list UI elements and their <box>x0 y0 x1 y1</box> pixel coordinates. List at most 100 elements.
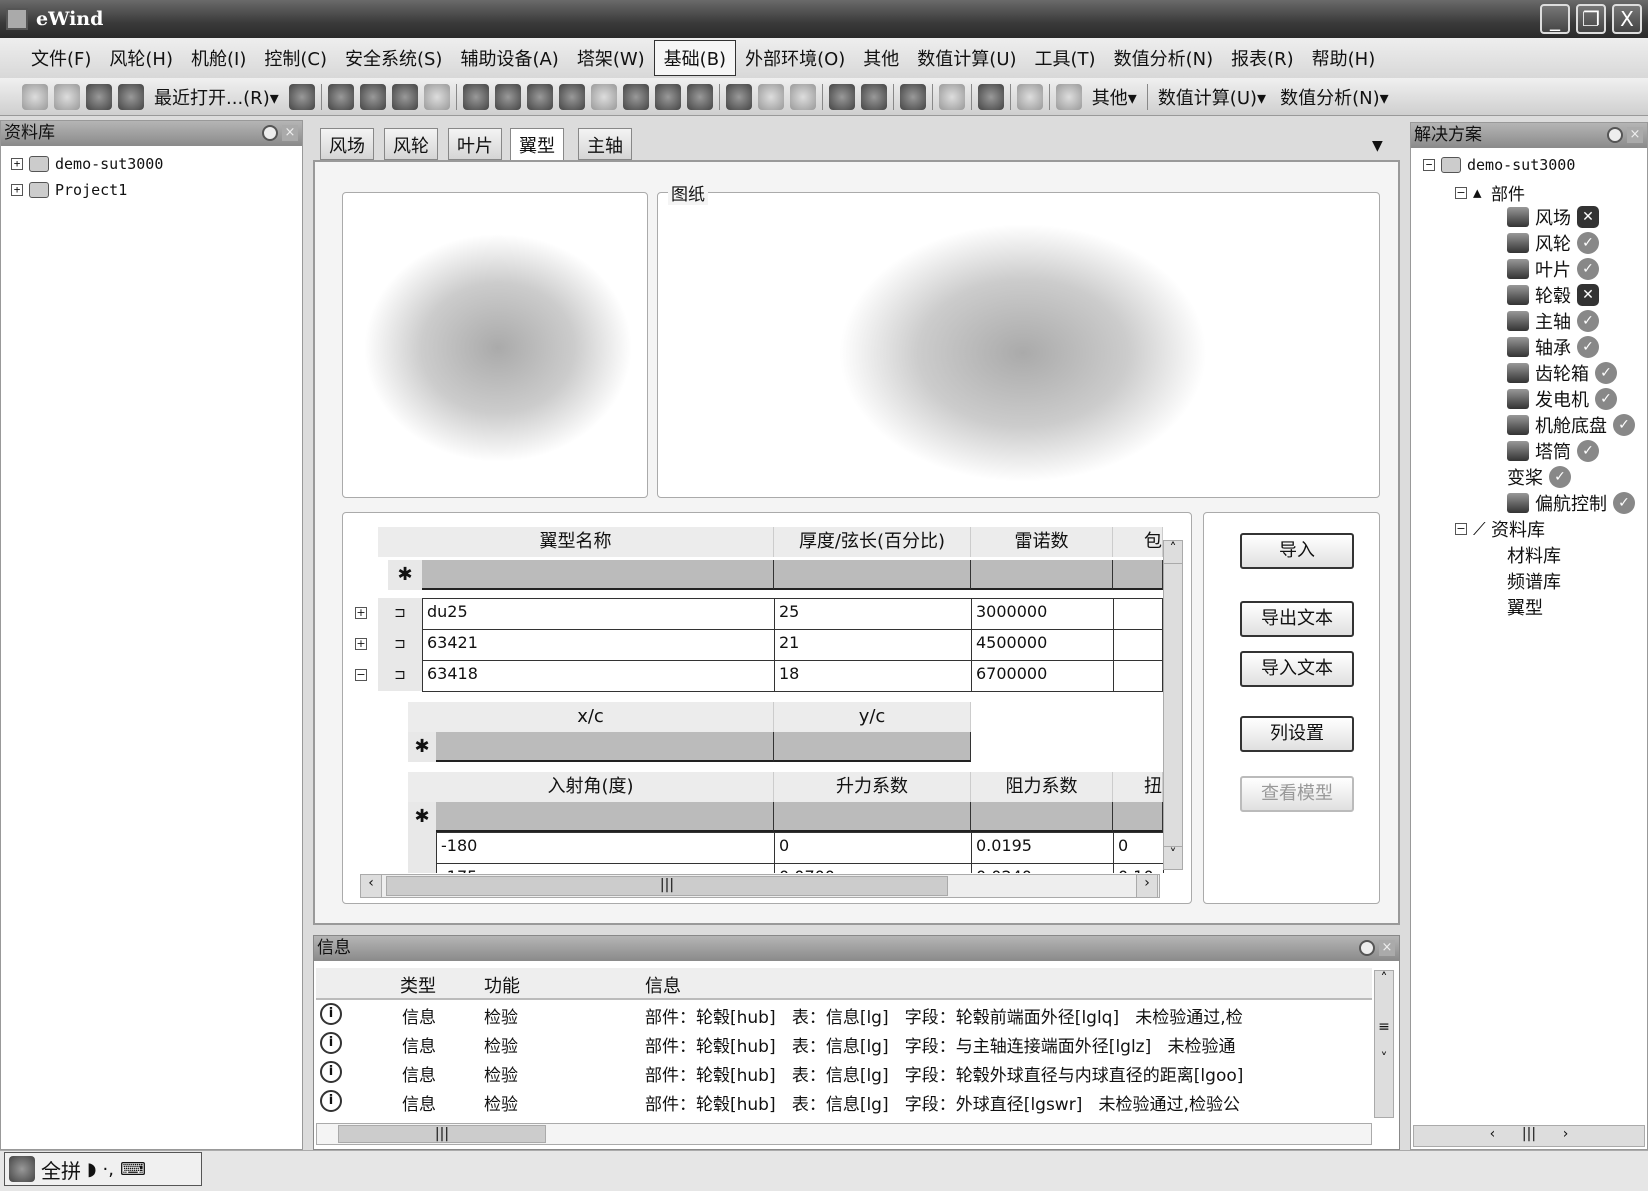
tree-item-root[interactable]: − demo-sut3000 <box>1423 156 1575 174</box>
menu-other[interactable]: 其他 <box>854 41 908 75</box>
expand-icon[interactable]: + <box>11 158 23 170</box>
column-header-lift[interactable]: 升力系数 <box>774 772 971 802</box>
brake-icon[interactable] <box>590 83 617 110</box>
menu-analysis[interactable]: 数值分析(N) <box>1105 41 1223 75</box>
new-icon[interactable] <box>22 83 48 110</box>
ime-logo-icon[interactable] <box>9 1156 35 1182</box>
menu-rotor[interactable]: 风轮(H) <box>100 41 182 75</box>
tree-item-part[interactable]: 发电机 ✓ <box>1507 386 1617 412</box>
info-hscroll-thumb[interactable]: ||| <box>338 1125 546 1143</box>
menu-auxiliary[interactable]: 辅助设备(A) <box>451 41 567 75</box>
nacelle-icon[interactable] <box>462 83 489 110</box>
airfoil-icon[interactable] <box>391 83 418 110</box>
tree-item-demo[interactable]: + demo-sut3000 <box>11 155 163 173</box>
menu-file[interactable]: 文件(F) <box>22 41 100 75</box>
column-header-torque[interactable]: 扭 <box>1113 772 1163 802</box>
tab-airfoil[interactable]: 翼型 <box>510 128 564 162</box>
polar-cell[interactable]: 0 <box>1113 832 1164 864</box>
menu-tower[interactable]: 塔架(W) <box>568 41 654 75</box>
tab-main-shaft[interactable]: 主轴 <box>578 128 632 160</box>
polar-cell[interactable]: -180 <box>436 832 775 864</box>
cell-name[interactable]: 63418 <box>422 660 775 692</box>
save-icon[interactable] <box>86 83 112 110</box>
column-header-reynolds[interactable]: 雷诺数 <box>971 527 1113 557</box>
new-row-partial[interactable] <box>1113 560 1163 590</box>
shaft-icon[interactable] <box>494 83 521 110</box>
tree-item-library-child[interactable]: 材料库 <box>1507 542 1561 568</box>
tree-item-parts[interactable]: − ▴ 部件 <box>1455 180 1525 205</box>
polar-cell[interactable]: 0.0195 <box>971 832 1114 864</box>
cell-thickness[interactable]: 18 <box>774 660 972 692</box>
new-row-xc[interactable] <box>436 732 774 762</box>
scroll-down-button[interactable]: ˅ <box>1163 846 1183 870</box>
menu-report[interactable]: 报表(R) <box>1222 41 1303 75</box>
save-all-icon[interactable] <box>118 83 144 110</box>
tab-list-dropdown[interactable]: ▼ <box>1372 138 1383 154</box>
info-column-message[interactable]: 信息 <box>645 972 681 998</box>
bearing-icon[interactable] <box>654 83 681 110</box>
polar-cell[interactable]: -175 <box>436 863 775 873</box>
column-header-drag[interactable]: 阻力系数 <box>971 772 1113 802</box>
exit-icon[interactable] <box>288 83 315 110</box>
info-row[interactable]: i 信息 检验 部件：轮毂[hub] 表：信息[lg] 字段：与主轴连接端面外径… <box>320 1032 1235 1060</box>
ime-mode[interactable]: 全拼 <box>41 1155 81 1184</box>
polar-cell[interactable]: 0.0700 <box>774 863 972 873</box>
column-header-partial[interactable]: 包 <box>1113 527 1163 557</box>
info-column-function[interactable]: 功能 <box>484 972 520 998</box>
new-row-yc[interactable] <box>774 732 971 762</box>
safety-icon[interactable] <box>828 83 855 110</box>
recent-open-dropdown[interactable]: 最近打开...(R)▾ <box>150 84 283 110</box>
polar-cell[interactable]: 0.0240 <box>971 863 1114 873</box>
blade-icon[interactable] <box>359 83 386 110</box>
info-row[interactable]: i 信息 检验 部件：轮毂[hub] 表：信息[lg] 字段：轮毂前端面外径[l… <box>320 1003 1243 1031</box>
solution-hscrollbar[interactable]: ‹ ||| › <box>1413 1125 1645 1147</box>
column-header-thickness[interactable]: 厚度/弦长(百分比) <box>774 527 971 557</box>
scroll-right-button[interactable]: › <box>1136 874 1158 898</box>
cell-thickness[interactable]: 25 <box>774 598 972 630</box>
row-header[interactable]: ⊐ <box>378 598 422 629</box>
menu-safety[interactable]: 安全系统(S) <box>336 41 451 75</box>
gearbox-icon[interactable] <box>558 83 585 110</box>
import-button[interactable]: 导入 <box>1240 533 1354 569</box>
polar-cell[interactable]: 0.10 <box>1113 863 1164 873</box>
collapse-icon[interactable]: − <box>1455 186 1467 199</box>
cell-reynolds[interactable]: 3000000 <box>971 598 1114 630</box>
column-header-name[interactable]: 翼型名称 <box>378 527 774 557</box>
tower-icon[interactable] <box>938 83 965 110</box>
cell-name[interactable]: 63421 <box>422 629 775 661</box>
info-vertical-scrollbar[interactable]: ˄ ≡ ˅ <box>1374 970 1394 1118</box>
menu-control[interactable]: 控制(C) <box>255 41 336 75</box>
tree-item-part[interactable]: 塔筒 ✓ <box>1507 438 1599 464</box>
polar-cell[interactable]: 0 <box>774 832 972 864</box>
column-header-xc[interactable]: x/c <box>408 702 774 732</box>
tab-rotor[interactable]: 风轮 <box>384 128 438 160</box>
column-settings-button[interactable]: 列设置 <box>1240 716 1354 752</box>
half-width-icon[interactable]: ◗ <box>87 1159 96 1180</box>
cell-reynolds[interactable]: 6700000 <box>971 660 1114 692</box>
other-dropdown[interactable]: 其他▾ <box>1088 84 1141 110</box>
tree-item-project1[interactable]: + Project1 <box>11 181 127 199</box>
tree-item-part[interactable]: 机舱底盘 ✓ <box>1507 412 1635 438</box>
frame-icon[interactable] <box>686 83 713 110</box>
environment-icon[interactable] <box>1016 83 1043 110</box>
wind-icon[interactable] <box>1055 83 1082 110</box>
new-row-lift[interactable] <box>774 802 971 832</box>
tree-item-library-child[interactable]: 翼型 <box>1507 594 1543 620</box>
close-icon[interactable]: × <box>1627 127 1643 143</box>
import-text-button[interactable]: 导入文本 <box>1240 651 1354 687</box>
cell-reynolds[interactable]: 4500000 <box>971 629 1114 661</box>
tree-item-library-child[interactable]: 频谱库 <box>1507 568 1561 594</box>
cell-partial[interactable] <box>1113 598 1163 630</box>
expand-icon[interactable]: + <box>11 184 23 196</box>
new-row-angle[interactable] <box>436 802 774 832</box>
tree-item-part[interactable]: 主轴 ✓ <box>1507 308 1599 334</box>
new-row-name[interactable] <box>422 560 774 590</box>
new-row-thickness[interactable] <box>774 560 971 590</box>
generator-icon[interactable] <box>526 83 553 110</box>
cell-name[interactable]: du25 <box>422 598 775 630</box>
close-icon[interactable]: × <box>1379 940 1395 956</box>
menu-help[interactable]: 帮助(H) <box>1303 41 1385 75</box>
globe-icon[interactable] <box>860 83 887 110</box>
restore-button[interactable]: ❐ <box>1576 4 1606 34</box>
grid-hscroll-thumb[interactable]: ||| <box>386 876 948 896</box>
